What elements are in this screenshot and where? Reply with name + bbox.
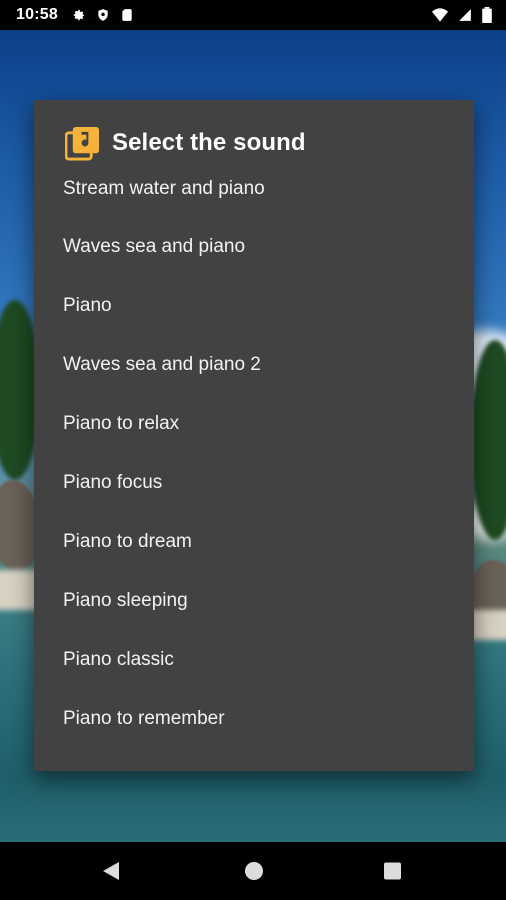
sound-item-piano-focus[interactable]: Piano focus bbox=[34, 453, 474, 512]
select-sound-dialog: Select the sound Stream water and piano … bbox=[34, 100, 474, 771]
battery-icon bbox=[482, 7, 492, 23]
back-icon[interactable] bbox=[103, 862, 119, 880]
sound-item-stream-water-and-piano[interactable]: Stream water and piano bbox=[34, 160, 474, 217]
status-bar: 10:58 bbox=[0, 0, 506, 30]
home-icon[interactable] bbox=[245, 862, 263, 880]
sound-item-piano-to-remember[interactable]: Piano to remember bbox=[34, 689, 474, 748]
status-right-icons bbox=[432, 7, 492, 23]
dialog-title: Select the sound bbox=[112, 129, 306, 156]
sound-item-piano-classic[interactable]: Piano classic bbox=[34, 630, 474, 689]
sound-item-piano-sleeping[interactable]: Piano sleeping bbox=[34, 571, 474, 630]
sound-list: Stream water and piano Waves sea and pia… bbox=[34, 160, 474, 748]
status-time: 10:58 bbox=[16, 6, 58, 23]
sound-item-waves-sea-and-piano[interactable]: Waves sea and piano bbox=[34, 217, 474, 276]
music-library-icon bbox=[64, 126, 100, 161]
recents-icon[interactable] bbox=[384, 862, 401, 880]
shield-icon bbox=[96, 8, 110, 22]
wifi-icon bbox=[432, 8, 448, 22]
sound-item-piano[interactable]: Piano bbox=[34, 276, 474, 335]
sound-item-waves-sea-and-piano-2[interactable]: Waves sea and piano 2 bbox=[34, 335, 474, 394]
status-left-icons bbox=[72, 8, 134, 22]
signal-icon bbox=[458, 8, 472, 22]
sound-item-piano-to-dream[interactable]: Piano to dream bbox=[34, 512, 474, 571]
navigation-bar bbox=[0, 842, 506, 900]
sd-card-icon bbox=[120, 8, 134, 22]
gear-icon bbox=[72, 8, 86, 22]
sound-item-piano-to-relax[interactable]: Piano to relax bbox=[34, 394, 474, 453]
